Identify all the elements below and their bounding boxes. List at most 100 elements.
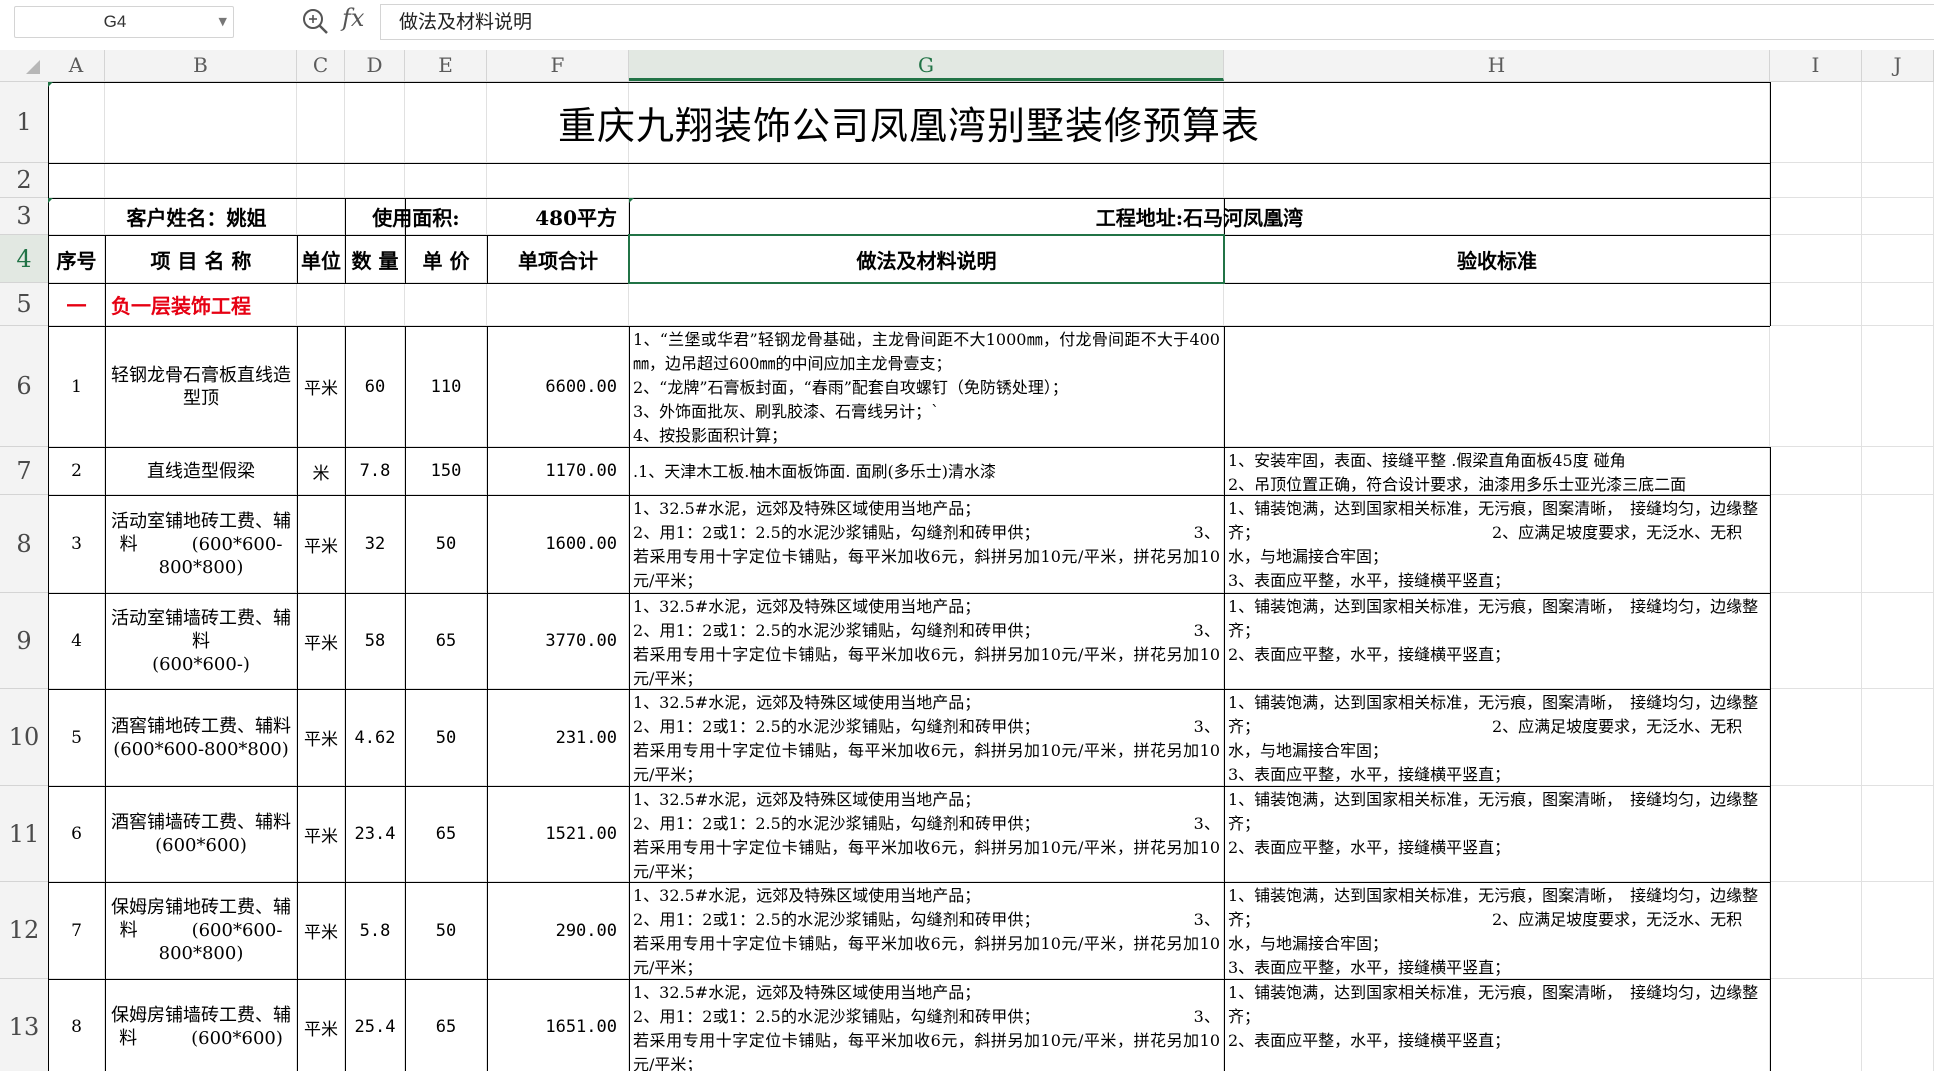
column-header-e[interactable]: E — [405, 50, 487, 81]
item-subtotal-text: 6600.00 — [545, 376, 617, 397]
item-unit-text: 平米 — [304, 730, 338, 750]
row-header-6[interactable]: 6 — [0, 326, 48, 447]
column-header-j[interactable]: J — [1862, 50, 1934, 81]
column-header-c[interactable]: C — [297, 50, 345, 81]
row-header-12[interactable]: 12 — [0, 882, 48, 979]
section-no-text: 一 — [66, 294, 87, 318]
item-subtotal: 1651.00 — [487, 979, 629, 1071]
header-method: 做法及材料说明 — [629, 235, 1224, 283]
item-no: 5 — [48, 689, 105, 786]
item-name-text: 直线造型假梁 — [147, 460, 255, 482]
item-standard-text: 1、铺装饱满，达到国家相关标准，无污痕，图案清晰， 接缝均匀，边缘整齐； 2、表… — [1228, 983, 1759, 1050]
item-qty: 23.4 — [345, 786, 405, 882]
column-header-d[interactable]: D — [345, 50, 405, 81]
item-no-text: 3 — [71, 534, 82, 554]
item-subtotal: 6600.00 — [487, 326, 629, 447]
section-no: 一 — [48, 283, 105, 326]
chevron-down-icon[interactable]: ▼ — [219, 15, 227, 28]
item-price: 50 — [405, 689, 487, 786]
item-subtotal: 290.00 — [487, 882, 629, 979]
project-address-text: 工程地址:石马河凤凰湾 — [1095, 206, 1304, 230]
item-qty-text: 4.62 — [354, 727, 396, 748]
item-name: 活动室铺地砖工费、辅料 (600*600-800*800) — [105, 495, 297, 593]
item-unit: 平米 — [297, 326, 345, 447]
item-price-text: 110 — [430, 376, 462, 397]
item-standard-text: 1、铺装饱满，达到国家相关标准，无污痕，图案清晰， 接缝均匀，边缘整齐； 2、表… — [1228, 790, 1759, 857]
item-name-text: 酒窖铺墙砖工费、辅料 (600*600) — [111, 812, 291, 856]
row-header-4[interactable]: 4 — [0, 235, 48, 283]
item-unit: 平米 — [297, 882, 345, 979]
item-price-text: 50 — [435, 534, 457, 554]
customer-name-text: 客户姓名：姚姐 — [126, 206, 267, 230]
row-header-9[interactable]: 9 — [0, 593, 48, 689]
row-header-2[interactable]: 2 — [0, 163, 48, 198]
cell-comment-marker — [48, 198, 53, 203]
item-standard-text: 1、铺装饱满，达到国家相关标准，无污痕，图案清晰， 接缝均匀，边缘整齐； 2、应… — [1228, 886, 1759, 977]
item-subtotal: 3770.00 — [487, 593, 629, 689]
item-price: 50 — [405, 882, 487, 979]
item-method-text: 1、32.5#水泥，远郊及特殊区域使用当地产品； 2、用1：2或1：2.5的水泥… — [633, 790, 1220, 881]
item-price-text: 65 — [435, 824, 457, 844]
item-no: 4 — [48, 593, 105, 689]
project-address: 工程地址:石马河凤凰湾 — [629, 198, 1770, 235]
item-name: 酒窖铺地砖工费、辅料 (600*600-800*800) — [105, 689, 297, 786]
item-name-text: 轻钢龙骨石膏板直线造型顶 — [111, 364, 291, 409]
item-method-text: 1、32.5#水泥，远郊及特殊区域使用当地产品； 2、用1：2或1：2.5的水泥… — [633, 499, 1220, 590]
item-unit: 平米 — [297, 593, 345, 689]
item-no-text: 2 — [71, 461, 82, 481]
name-box[interactable]: G4 ▼ — [14, 6, 234, 38]
column-header-bar: ABCDEFGHIJ — [0, 50, 1934, 82]
item-unit-text: 平米 — [304, 1019, 338, 1040]
header-qty: 数 量 — [345, 235, 405, 283]
column-header-h[interactable]: H — [1224, 50, 1770, 81]
function-icon[interactable]: fx — [342, 4, 364, 32]
item-unit: 平米 — [297, 495, 345, 593]
item-price: 110 — [405, 326, 487, 447]
formula-bar: G4 ▼ fx 做法及材料说明 — [0, 0, 1934, 44]
item-standard: 1、铺装饱满，达到国家相关标准，无污痕，图案清晰， 接缝均匀，边缘整齐； 2、应… — [1224, 495, 1770, 593]
zoom-icon[interactable] — [300, 6, 330, 36]
row-header-8[interactable]: 8 — [0, 495, 48, 593]
item-no: 8 — [48, 979, 105, 1071]
item-subtotal: 231.00 — [487, 689, 629, 786]
formula-input[interactable]: 做法及材料说明 — [380, 4, 1934, 40]
row-header-7[interactable]: 7 — [0, 447, 48, 495]
item-name-text: 活动室铺墙砖工费、辅料 (600*600-) — [111, 607, 291, 675]
row-header-bar: 1 2 3 4 5 6 7 8 9 10 11 12 13 — [0, 82, 49, 1071]
sheet-grid[interactable]: 重庆九翔装饰公司凤凰湾别墅装修预算表客户姓名：姚姐 使用面积: 480平方 工程地址:… — [48, 82, 1934, 1071]
item-qty-text: 7.8 — [359, 461, 391, 481]
column-header-g[interactable]: G — [629, 50, 1224, 81]
area-value-text: 480平方 — [535, 206, 617, 230]
cell-comment-marker — [629, 198, 634, 203]
item-name-text: 酒窖铺地砖工费、辅料 (600*600-800*800) — [111, 715, 291, 760]
formula-text: 做法及材料说明 — [399, 11, 533, 33]
column-header-a[interactable]: A — [48, 50, 105, 81]
row-header-13[interactable]: 13 — [0, 979, 48, 1071]
cell-comment-marker — [48, 82, 53, 87]
item-method-text: .1、天津木工板.柚木面板饰面. 面刷(多乐士)清水漆 — [633, 462, 997, 481]
header-item: 项 目 名 称 — [105, 235, 297, 283]
item-no: 1 — [48, 326, 105, 447]
row-header-3[interactable]: 3 — [0, 198, 48, 235]
row-header-11[interactable]: 11 — [0, 786, 48, 882]
column-header-f[interactable]: F — [487, 50, 629, 81]
spreadsheet-window: G4 ▼ fx 做法及材料说明 ABCDEFGHIJ 1 2 3 4 5 6 7 8 9 10 11… — [0, 0, 1934, 1071]
item-method-text: 1、32.5#水泥，远郊及特殊区域使用当地产品； 2、用1：2或1：2.5的水泥… — [633, 983, 1220, 1071]
item-method: 1、32.5#水泥，远郊及特殊区域使用当地产品； 2、用1：2或1：2.5的水泥… — [629, 593, 1224, 689]
column-header-i[interactable]: I — [1770, 50, 1862, 81]
sheet-title: 重庆九翔装饰公司凤凰湾别墅装修预算表 — [48, 82, 1770, 163]
section-name-text: 负一层装饰工程 — [111, 294, 251, 318]
table-border — [48, 163, 1770, 164]
row-header-5[interactable]: 5 — [0, 283, 48, 326]
select-all-corner[interactable] — [0, 50, 48, 81]
item-method: .1、天津木工板.柚木面板饰面. 面刷(多乐士)清水漆 — [629, 447, 1224, 495]
item-method: 1、32.5#水泥，远郊及特殊区域使用当地产品； 2、用1：2或1：2.5的水泥… — [629, 882, 1224, 979]
header-price-text: 单 价 — [422, 248, 470, 273]
item-subtotal-text: 1521.00 — [545, 824, 617, 844]
row-header-1[interactable]: 1 — [0, 82, 48, 163]
header-subtotal: 单项合计 — [487, 235, 629, 283]
row-header-10[interactable]: 10 — [0, 689, 48, 786]
column-header-b[interactable]: B — [105, 50, 297, 81]
area-label: 使用面积: — [345, 198, 487, 235]
item-qty-text: 60 — [364, 376, 386, 397]
